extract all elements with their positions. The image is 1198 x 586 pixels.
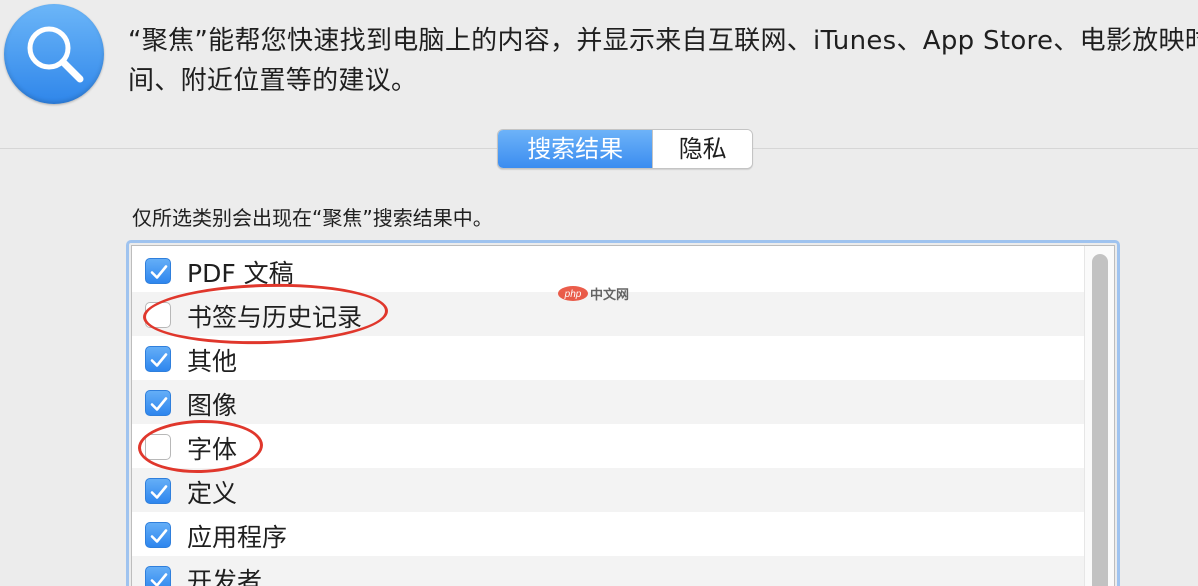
category-label: 定义 (187, 479, 238, 508)
category-checkbox[interactable] (145, 566, 171, 586)
category-checkbox[interactable] (145, 346, 171, 372)
category-label: 其他 (187, 347, 238, 376)
category-row[interactable]: 应用程序 (132, 512, 1084, 556)
category-row[interactable]: 开发者 (132, 556, 1084, 586)
watermark-badge: php (558, 285, 588, 301)
watermark-logo: php 中文网 (558, 284, 630, 303)
tab-segmented-control: 搜索结果 隐私 (497, 129, 753, 169)
category-checkbox[interactable] (145, 258, 171, 284)
category-checkbox[interactable] (145, 478, 171, 504)
instruction-text: 仅所选类别会出现在“聚焦”搜索结果中。 (132, 206, 493, 230)
category-label: 应用程序 (187, 523, 288, 552)
category-label: 开发者 (187, 567, 263, 586)
description-line-1: “聚焦”能帮您快速找到电脑上的内容，并显示来自互联网、iTunes、App St… (128, 26, 1198, 56)
watermark-text: 中文网 (590, 287, 630, 303)
category-label: PDF 文稿 (187, 259, 294, 288)
tab-search-results[interactable]: 搜索结果 (498, 130, 653, 168)
category-row[interactable]: 定义 (132, 468, 1084, 512)
category-checkbox[interactable] (145, 434, 171, 460)
category-checkbox[interactable] (145, 390, 171, 416)
description-line-2: 间、附近位置等的建议。 (128, 66, 418, 96)
category-label: 字体 (187, 435, 238, 464)
category-label: 书签与历史记录 (187, 303, 363, 332)
category-row[interactable]: 字体 (132, 424, 1084, 468)
svg-text:php: php (564, 289, 582, 300)
category-checkbox[interactable] (145, 302, 171, 328)
category-checkbox[interactable] (145, 522, 171, 548)
spotlight-preferences-window: “聚焦”能帮您快速找到电脑上的内容，并显示来自互联网、iTunes、App St… (0, 0, 1198, 586)
tab-privacy[interactable]: 隐私 (652, 130, 752, 168)
scrollbar-thumb[interactable] (1092, 254, 1108, 586)
category-label: 图像 (187, 391, 238, 420)
category-row[interactable]: 其他 (132, 336, 1084, 380)
category-row[interactable]: 图像 (132, 380, 1084, 424)
header: “聚焦”能帮您快速找到电脑上的内容，并显示来自互联网、iTunes、App St… (0, 0, 1198, 148)
spotlight-magnifier-icon (4, 4, 104, 104)
